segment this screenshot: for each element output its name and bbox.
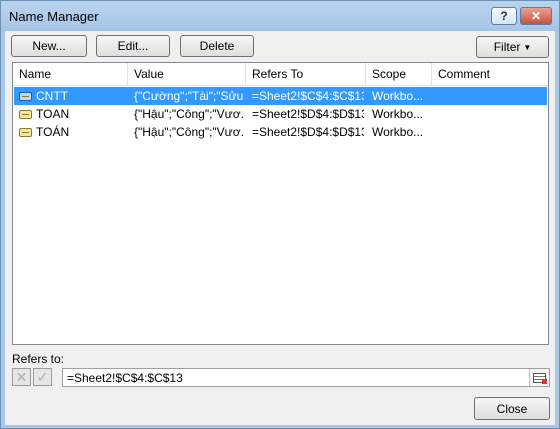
close-icon: ✕ (530, 9, 542, 23)
row-name: TOÁN (36, 125, 70, 139)
names-list[interactable]: Name Value Refers To Scope Comment CNTT … (12, 62, 549, 345)
collapse-dialog-icon (532, 372, 547, 384)
help-button[interactable]: ? (491, 7, 517, 25)
filter-button-label: Filter (493, 40, 521, 54)
check-icon[interactable]: ✓ (33, 368, 52, 386)
collapse-dialog-button[interactable] (529, 369, 548, 386)
window-title: Name Manager (9, 9, 99, 24)
list-header: Name Value Refers To Scope Comment (13, 63, 548, 86)
row-value: {"Hậu";"Công";"Vươ... (134, 125, 244, 139)
name-icon (19, 92, 32, 101)
row-refers-to: =Sheet2!$D$4:$D$13 (252, 107, 364, 121)
table-row[interactable]: CNTT {"Cường";"Tài";"Sửu... =Sheet2!$C$4… (14, 87, 547, 105)
new-button[interactable]: New... (11, 35, 87, 57)
column-header-comment[interactable]: Comment (432, 63, 548, 85)
column-header-name[interactable]: Name (13, 63, 128, 85)
filter-button[interactable]: Filter ▼ (476, 36, 549, 58)
edit-button-label: Edit... (117, 39, 149, 53)
row-refers-to: =Sheet2!$D$4:$D$13 (252, 125, 364, 139)
name-manager-window: Name Manager ? ✕ New... Edit... Delete F… (0, 0, 560, 429)
name-icon (19, 128, 32, 137)
table-row[interactable]: TOÁN {"Hậu";"Công";"Vươ... =Sheet2!$D$4:… (14, 123, 547, 141)
window-close-button[interactable]: ✕ (520, 7, 552, 25)
table-row[interactable]: TOAN {"Hậu";"Công";"Vươ... =Sheet2!$D$4:… (14, 105, 547, 123)
refers-to-label: Refers to: (12, 352, 65, 366)
row-value: {"Hậu";"Công";"Vươ... (134, 107, 244, 121)
delete-button-label: Delete (199, 39, 235, 53)
title-bar[interactable]: Name Manager ? ✕ (1, 1, 559, 31)
row-scope: Workbo... (372, 107, 424, 121)
refers-to-input[interactable] (62, 368, 550, 387)
row-name: CNTT (36, 89, 68, 103)
column-header-scope[interactable]: Scope (366, 63, 432, 85)
column-header-refers-to[interactable]: Refers To (246, 63, 366, 85)
dialog-body: New... Edit... Delete Filter ▼ Name Valu… (5, 31, 555, 425)
row-scope: Workbo... (372, 125, 424, 139)
delete-button[interactable]: Delete (180, 35, 254, 57)
row-name: TOAN (36, 107, 70, 121)
close-button[interactable]: Close (474, 397, 550, 420)
column-header-value[interactable]: Value (128, 63, 246, 85)
help-icon: ? (500, 9, 508, 23)
cancel-x-icon[interactable]: ✕ (12, 368, 31, 386)
chevron-down-icon: ▼ (523, 42, 532, 52)
new-button-label: New... (32, 39, 66, 53)
close-button-label: Close (496, 401, 528, 416)
edit-button[interactable]: Edit... (96, 35, 170, 57)
name-icon (19, 110, 32, 119)
row-refers-to: =Sheet2!$C$4:$C$13 (252, 89, 364, 103)
row-value: {"Cường";"Tài";"Sửu... (134, 89, 244, 103)
row-scope: Workbo... (372, 89, 424, 103)
